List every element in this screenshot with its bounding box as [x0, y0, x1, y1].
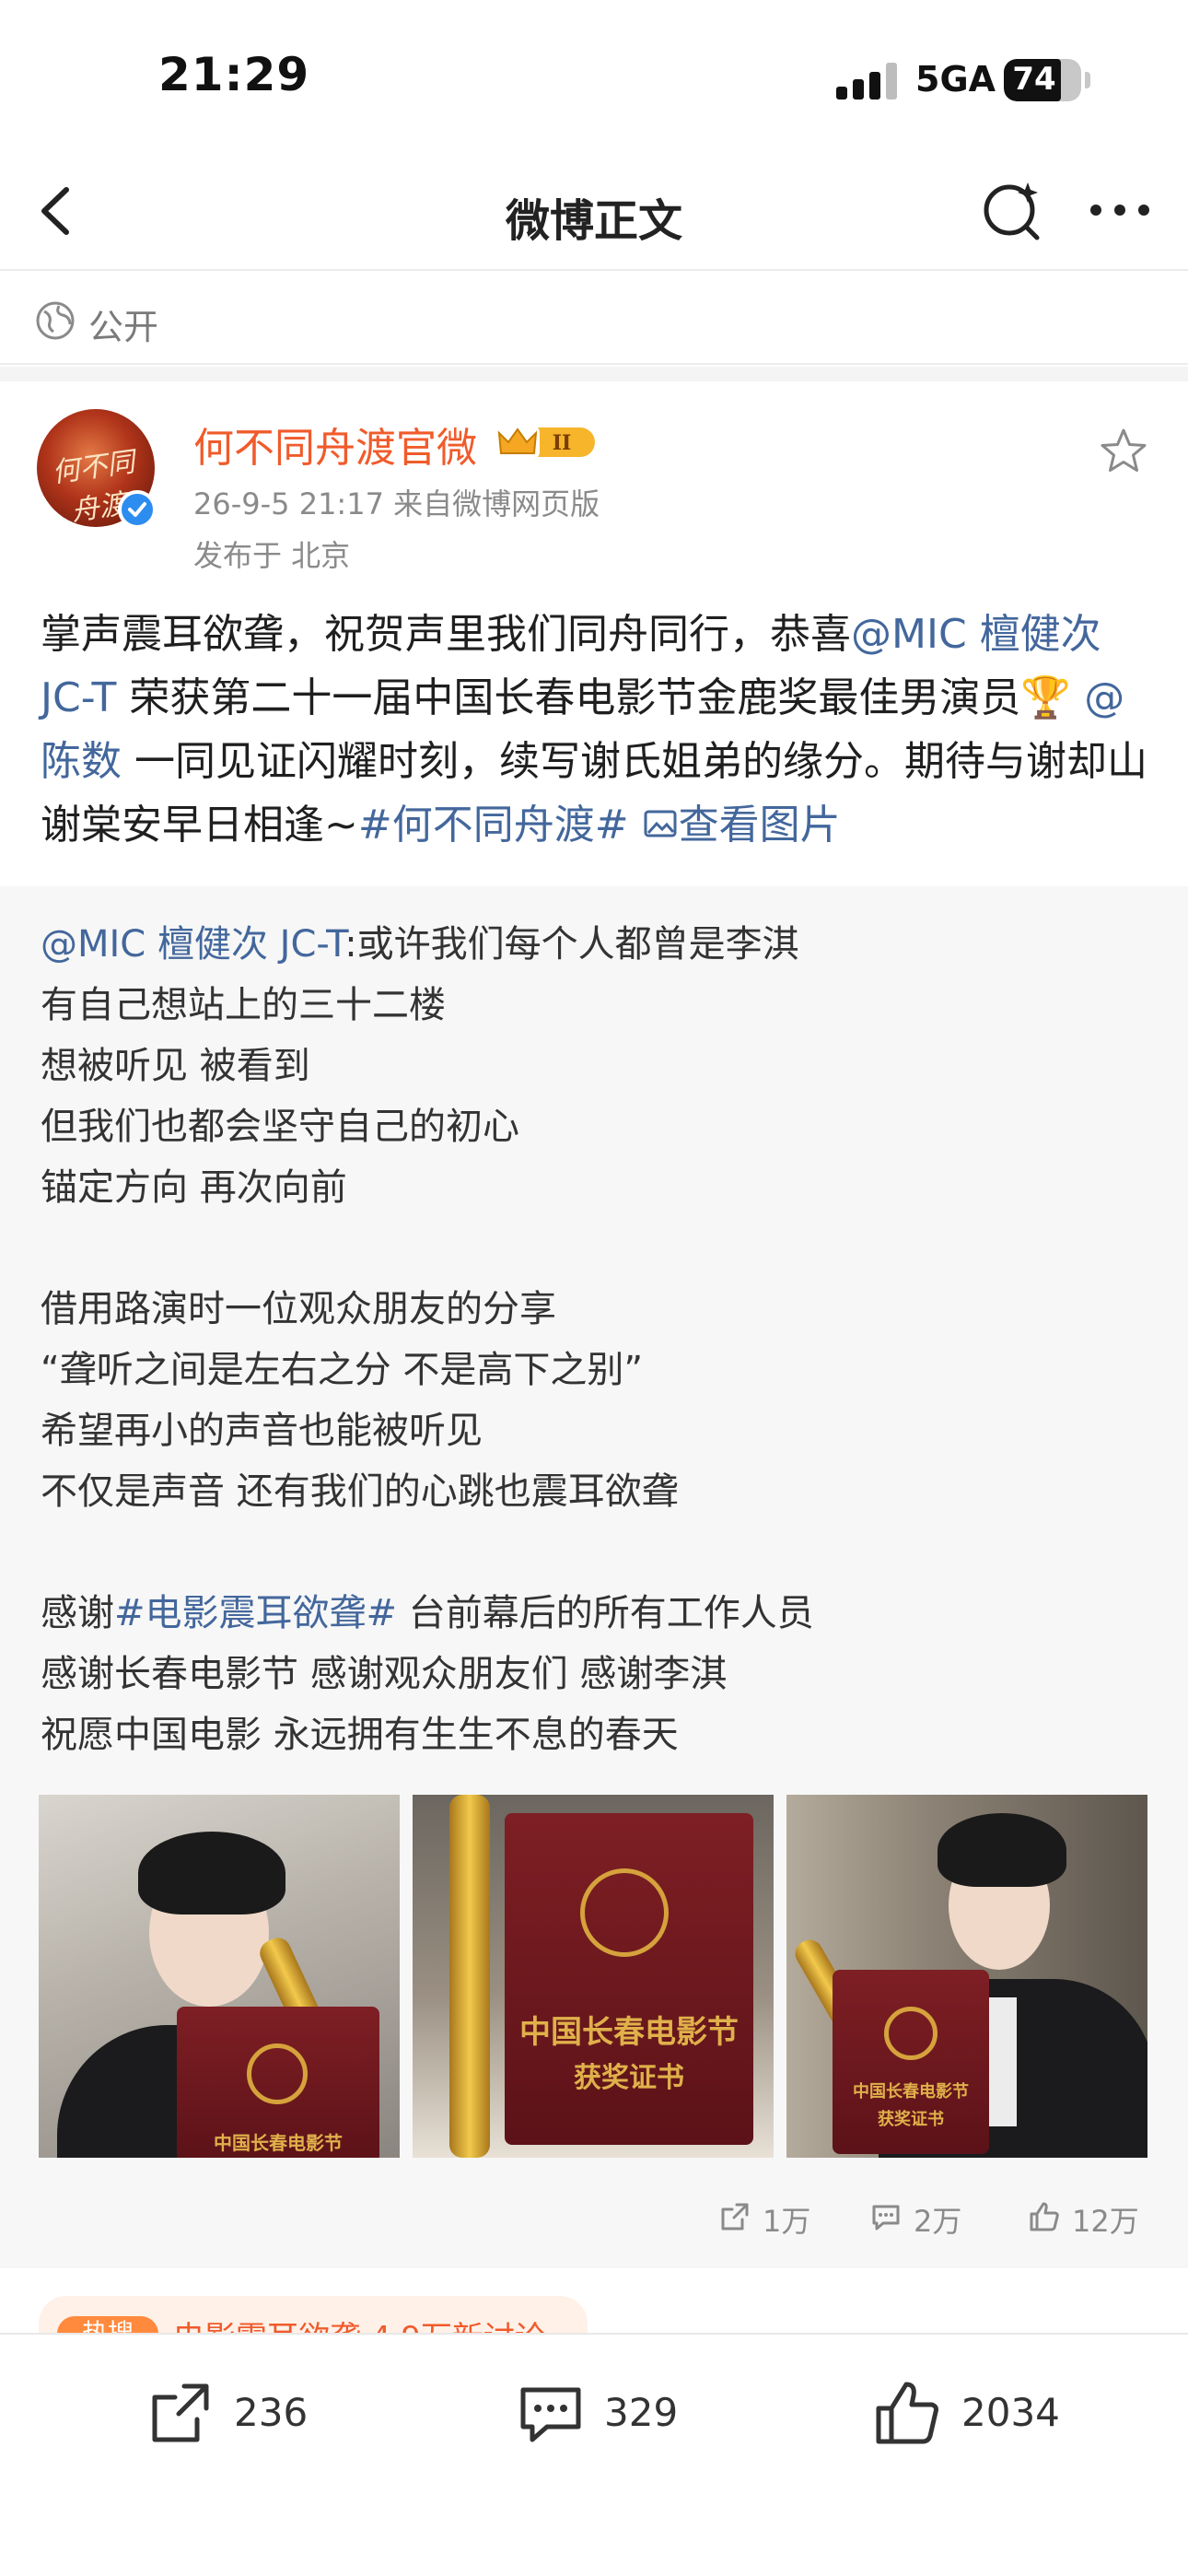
battery-tip: [1085, 72, 1090, 88]
view-images-label: 查看图片: [678, 802, 841, 849]
certificate-subtitle: 获奖证书: [878, 2110, 944, 2129]
nav-bar: 微博正文: [0, 157, 1188, 271]
repost-line: 感谢长春电影节 感谢观众朋友们 感谢李淇: [41, 1653, 728, 1695]
visibility-label: 公开: [88, 307, 159, 347]
repost-line: 不仅是声音 还有我们的心跳也震耳欲聋: [41, 1470, 679, 1513]
repost-line: 但我们也都会坚守自己的初心: [41, 1106, 519, 1148]
signal-icon: [836, 61, 897, 100]
comment-count-button[interactable]: 2万: [869, 2189, 980, 2244]
certificate-title: 中国长春电影节: [519, 2014, 739, 2051]
like-count-button[interactable]: 12万: [1028, 2189, 1157, 2244]
repost-count: 1万: [763, 2204, 811, 2239]
comment-count: 2万: [914, 2204, 962, 2239]
like-button[interactable]: 2034: [873, 2375, 1094, 2449]
repost-count-button[interactable]: 1万: [718, 2189, 829, 2244]
repost-line: 希望再小的声音也能被听见: [41, 1410, 483, 1452]
certificate-title: 中国长春电影节: [853, 2082, 969, 2102]
vip-level: II: [553, 431, 572, 455]
network-label: 5GA: [915, 59, 996, 100]
visibility-row: 公开: [0, 273, 1188, 365]
photo-thumbnail[interactable]: 中国长春电影节 获奖证书: [413, 1795, 774, 2158]
author-name[interactable]: 何不同舟渡官微: [193, 415, 477, 474]
more-button[interactable]: [1083, 177, 1157, 243]
post-body: 掌声震耳欲聋，祝贺声里我们同舟同行，恭喜@MIC 檀健次 JC-T 荣获第二十一…: [41, 603, 1155, 857]
hashtag-link[interactable]: #何不同舟渡#: [358, 802, 629, 849]
repost-count: 236: [234, 2390, 309, 2435]
more-icon: [1090, 205, 1149, 216]
share-icon: [152, 2383, 209, 2442]
post-text-1: 掌声震耳欲聋，祝贺声里我们同舟同行，恭喜: [41, 611, 851, 658]
repost-line: 台前幕后的所有工作人员: [397, 1592, 814, 1634]
repost-stats: 1万 2万 12万: [0, 2189, 1188, 2244]
share-icon: [721, 2203, 749, 2231]
repost-author-link[interactable]: @MIC 檀健次 JC-T: [41, 923, 344, 966]
like-count: 12万: [1072, 2204, 1139, 2239]
crown-icon: II: [495, 424, 595, 461]
view-images-link[interactable]: 查看图片: [642, 802, 841, 849]
thumbs-up-icon: [876, 2382, 938, 2444]
battery-icon: 74: [1004, 59, 1081, 101]
repost-line: “聋听之间是左右之分 不是高下之别”: [41, 1349, 644, 1391]
trophy-emoji: 🏆: [1020, 674, 1072, 721]
comment-count: 329: [604, 2390, 679, 2435]
star-icon: [1101, 428, 1147, 472]
post-meta: 26-9-5 21:17 来自微博网页版: [193, 486, 600, 521]
comment-icon: [872, 2205, 900, 2231]
section-divider: [0, 367, 1188, 381]
certificate-subtitle: 获奖证书: [574, 2062, 684, 2094]
photo-thumbnail[interactable]: 中国长春电影节 获奖证书: [786, 1795, 1147, 2158]
post-text-2: 荣获第二十一届中国长春电影节金鹿奖最佳男演员: [116, 674, 1021, 721]
favorite-button[interactable]: [1098, 426, 1149, 477]
status-bar: 21:29 5GA 74: [0, 0, 1188, 157]
thumbs-up-icon: [1030, 2202, 1059, 2231]
vip-badge[interactable]: II: [494, 422, 599, 463]
image-icon: [644, 810, 677, 837]
repost-line: 有自己想站上的三十二楼: [41, 984, 446, 1026]
status-time: 21:29: [158, 48, 310, 101]
comment-icon: [520, 2387, 581, 2442]
repost-line: 感谢: [41, 1592, 114, 1634]
repost-line: :或许我们每个人都曾是李淇: [344, 923, 799, 966]
photo-grid: 中国长春电影节 中国长春电影节 获奖证书 中国长春电影节 获奖证书: [39, 1795, 1147, 2158]
certificate-title: 中国长春电影节: [214, 2132, 343, 2154]
repost-button[interactable]: 236: [146, 2375, 348, 2449]
like-count: 2034: [961, 2390, 1060, 2435]
photo-thumbnail[interactable]: 中国长春电影节: [39, 1795, 400, 2158]
repost-block[interactable]: @MIC 檀健次 JC-T:或许我们每个人都曾是李淇 有自己想站上的三十二楼 想…: [0, 886, 1188, 2268]
bottom-action-bar: 236 329 2034: [0, 2333, 1188, 2576]
verified-icon: [118, 490, 157, 529]
repost-line: 想被听见 被看到: [41, 1045, 310, 1087]
post-location: 发布于 北京: [193, 538, 351, 573]
repost-line: 祝愿中国电影 永远拥有生生不息的春天: [41, 1714, 679, 1756]
comment-button[interactable]: 329: [516, 2375, 718, 2449]
hashtag-link[interactable]: #电影震耳欲聋#: [114, 1592, 397, 1634]
repost-line: 借用路演时一位观众朋友的分享: [41, 1288, 556, 1330]
repost-line: 锚定方向 再次向前: [41, 1166, 347, 1209]
search-button[interactable]: [980, 177, 1046, 243]
globe-icon: [36, 301, 75, 340]
repost-text: @MIC 檀健次 JC-T:或许我们每个人都曾是李淇 有自己想站上的三十二楼 想…: [41, 914, 1155, 1765]
search-icon: [984, 182, 1040, 240]
battery-level: 74: [1012, 61, 1056, 98]
